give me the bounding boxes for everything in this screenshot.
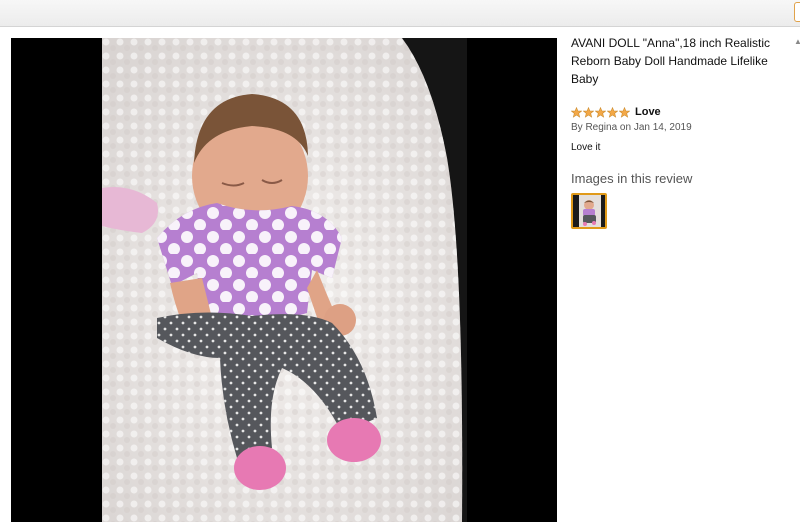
- scroll-up-arrow-icon[interactable]: ▲: [794, 38, 800, 46]
- star-icon: [583, 106, 594, 118]
- product-title[interactable]: AVANI DOLL "Anna",18 inch Realistic Rebo…: [571, 34, 793, 88]
- star-icon: [607, 106, 618, 118]
- image-viewer[interactable]: [11, 38, 557, 522]
- thumbnail-doll-illustration: [573, 195, 605, 227]
- star-icon: [619, 106, 630, 118]
- review-byline: By Regina on Jan 14, 2019: [571, 122, 692, 133]
- rating-row: Love: [571, 105, 793, 119]
- review-headline: Love: [635, 106, 661, 118]
- browser-top-bar: [0, 0, 800, 27]
- doll-photo-illustration: [102, 38, 467, 522]
- review-body: Love it: [571, 142, 601, 153]
- review-image-thumbnail[interactable]: [571, 193, 607, 229]
- star-rating: [571, 106, 630, 118]
- images-section-label: Images in this review: [571, 171, 693, 186]
- star-icon: [595, 106, 606, 118]
- toolbar-button[interactable]: [794, 2, 800, 22]
- review-photo: [102, 38, 467, 522]
- review-panel: AVANI DOLL "Anna",18 inch Realistic Rebo…: [571, 34, 793, 229]
- star-icon: [571, 106, 582, 118]
